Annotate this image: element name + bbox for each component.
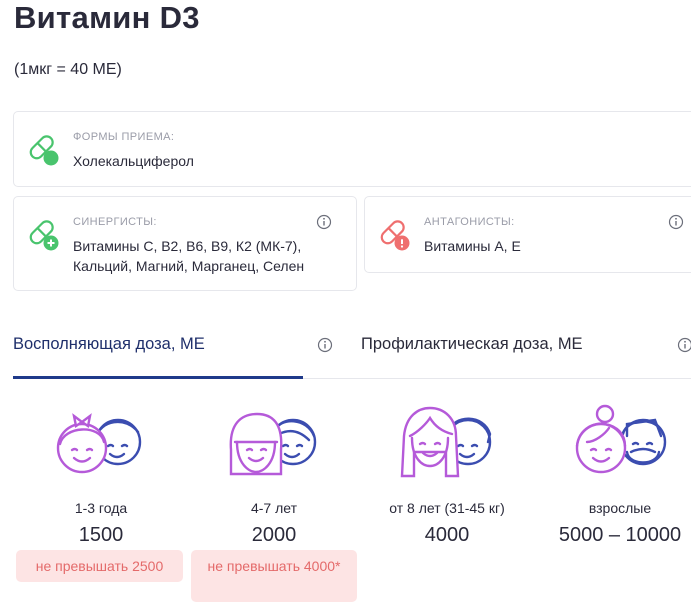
pill-warning-icon [380, 220, 410, 251]
children-icon [229, 412, 317, 476]
forms-value: Холекальциферол [73, 153, 194, 169]
synergists-value: Витамины С, В2, В6, В9, К2 (МК-7), Кальц… [73, 238, 305, 274]
info-icon[interactable] [677, 337, 691, 353]
teens-icon [400, 406, 492, 478]
age-group-4-7: 4-7 лет 2000 не превышать 4000* [189, 402, 359, 602]
dose-value: 5000 – 10000 [558, 524, 682, 546]
toddlers-icon [56, 413, 142, 474]
max-dose-warning: не превышать 2500 [16, 550, 183, 582]
forms-card: ФОРМЫ ПРИЕМА: Холекальциферол [13, 111, 691, 187]
age-label: от 8 лет (31-45 кг) [389, 500, 505, 516]
age-label: 4-7 лет [250, 500, 298, 516]
synergists-card: СИНЕРГИСТЫ: Витамины С, В2, В6, В9, К2 (… [13, 196, 357, 291]
info-icon[interactable] [317, 337, 333, 353]
dose-value: 2000 [251, 524, 297, 546]
dose-value: 4000 [424, 524, 470, 546]
tab-replenishing-dose[interactable]: Восполняющая доза, МЕ [13, 318, 333, 380]
dose-value: 1500 [78, 524, 124, 546]
age-group-8-plus: от 8 лет (31-45 кг) 4000 [362, 402, 532, 546]
antagonists-card: АНТАГОНИСТЫ: Витамины А, Е [364, 196, 691, 273]
pill-plus-icon [29, 220, 59, 251]
age-group-1-3: 1-3 года 1500 не превышать 2500 [16, 402, 186, 582]
info-icon[interactable] [316, 214, 332, 230]
dose-tabs: Восполняющая доза, МЕ Профилактическая д… [13, 318, 691, 380]
unit-conversion-note: (1мкг = 40 МЕ) [14, 61, 122, 78]
pill-green-icon [29, 135, 59, 166]
antagonists-value: Витамины А, Е [424, 238, 521, 254]
antagonists-label: АНТАГОНИСТЫ: [424, 216, 515, 228]
age-label: взрослые [588, 500, 652, 516]
page-title: Витамин D3 [14, 0, 200, 35]
forms-label: ФОРМЫ ПРИЕМА: [73, 131, 175, 143]
age-label: 1-3 года [74, 500, 128, 516]
tab-label: Профилактическая доза, МЕ [361, 335, 583, 353]
active-tab-indicator [13, 376, 303, 379]
synergists-label: СИНЕРГИСТЫ: [73, 216, 157, 228]
tab-preventive-dose[interactable]: Профилактическая доза, МЕ [361, 318, 691, 380]
tab-label: Восполняющая доза, МЕ [13, 335, 205, 353]
info-icon[interactable] [668, 214, 684, 230]
age-group-adults: взрослые 5000 – 10000 [535, 402, 691, 546]
max-dose-warning: не превышать 4000* [191, 550, 357, 602]
adults-icon [575, 404, 667, 474]
